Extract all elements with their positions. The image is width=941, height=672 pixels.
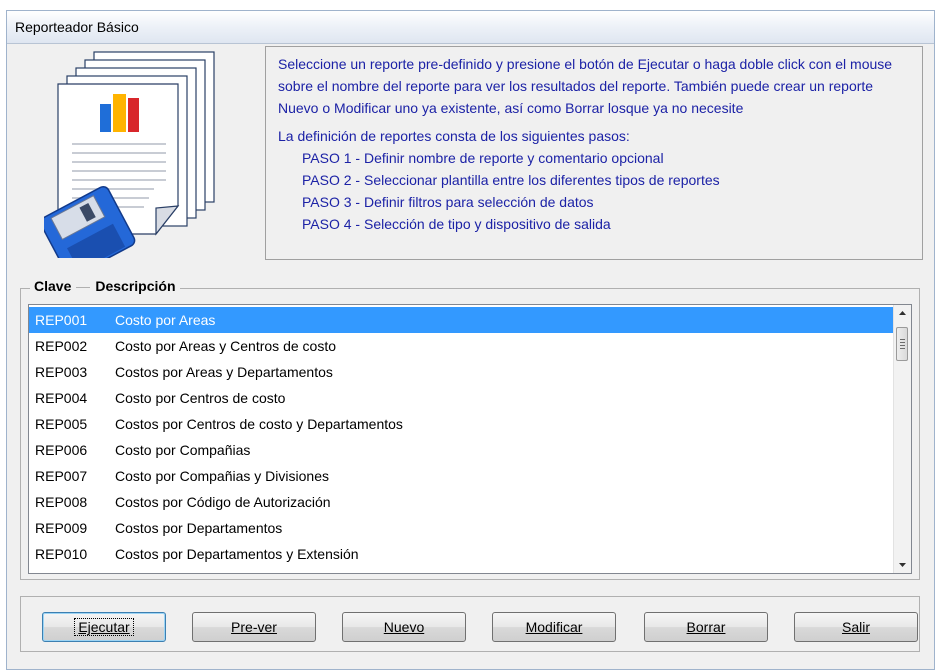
report-code: REP001 [35, 312, 88, 328]
report-code: REP002 [35, 338, 88, 354]
report-code: REP008 [35, 494, 88, 510]
header-separator [76, 286, 91, 288]
report-code: REP010 [35, 546, 88, 562]
report-description: Costos por Departamentos [115, 520, 283, 536]
report-description: Costos por Código de Autorización [115, 494, 331, 510]
instructions-step-2: PASO 2 - Seleccionar plantilla entre los… [302, 172, 720, 188]
instructions-step-3: PASO 3 - Definir filtros para selección … [302, 194, 594, 210]
vertical-scrollbar[interactable] [893, 305, 911, 573]
report-rows: REP001 Costo por Areas REP002 Costo por … [29, 307, 893, 567]
report-documents-icon [44, 51, 215, 258]
report-code: REP009 [35, 520, 88, 536]
report-description: Costos por Areas y Departamentos [115, 364, 333, 380]
instructions-intro: Seleccione un reporte pre-definido y pre… [278, 56, 893, 116]
report-code: REP007 [35, 468, 88, 484]
delete-button[interactable]: Borrar [644, 612, 768, 642]
instructions-step-4: PASO 4 - Selección de tipo y dispositivo… [302, 216, 611, 232]
report-row[interactable]: REP004 Costo por Centros de costo [29, 385, 893, 411]
execute-button-label: Ejecutar [74, 618, 134, 636]
title-bar: Reporteador Básico [7, 11, 934, 44]
report-row[interactable]: REP008 Costos por Código de Autorización [29, 489, 893, 515]
column-header-code: Clave [34, 278, 72, 294]
preview-button[interactable]: Pre-ver [192, 612, 316, 642]
instructions-panel: Seleccione un reporte pre-definido y pre… [265, 46, 923, 260]
scroll-up-arrow-icon[interactable] [894, 305, 911, 322]
report-listbox[interactable]: REP001 Costo por Areas REP002 Costo por … [28, 304, 912, 574]
preview-button-label: Pre-ver [231, 619, 277, 635]
delete-button-label: Borrar [686, 619, 726, 635]
instructions-steps-header: La definición de reportes consta de los … [278, 128, 630, 144]
report-list-header: Clave Descripción [30, 278, 180, 294]
execute-button[interactable]: Ejecutar [42, 612, 166, 642]
report-description: Costo por Compañias [115, 442, 251, 458]
report-row-selected[interactable]: REP001 Costo por Areas [29, 307, 893, 333]
new-button-label: Nuevo [383, 619, 425, 635]
report-row[interactable]: REP002 Costo por Areas y Centros de cost… [29, 333, 893, 359]
report-row[interactable]: REP007 Costo por Compañias y Divisiones [29, 463, 893, 489]
report-row[interactable]: REP010 Costos por Departamentos y Extens… [29, 541, 893, 567]
report-description: Costo por Areas y Centros de costo [115, 338, 336, 354]
report-row[interactable]: REP003 Costos por Areas y Departamentos [29, 359, 893, 385]
report-description: Costo por Areas [115, 312, 216, 328]
report-row[interactable]: REP006 Costo por Compañias [29, 437, 893, 463]
scroll-down-arrow-icon[interactable] [894, 556, 911, 573]
modify-button[interactable]: Modificar [492, 612, 616, 642]
new-button[interactable]: Nuevo [342, 612, 466, 642]
report-row[interactable]: REP005 Costos por Centros de costo y Dep… [29, 411, 893, 437]
report-description: Costos por Centros de costo y Departamen… [115, 416, 403, 432]
modify-button-label: Modificar [525, 619, 583, 635]
report-code: REP003 [35, 364, 88, 380]
report-code: REP006 [35, 442, 88, 458]
report-description: Costo por Compañias y Divisiones [115, 468, 329, 484]
report-description: Costo por Centros de costo [115, 390, 286, 406]
column-header-description: Descripción [95, 278, 176, 294]
report-code: REP005 [35, 416, 88, 432]
report-code: REP004 [35, 390, 88, 406]
report-row[interactable]: REP009 Costos por Departamentos [29, 515, 893, 541]
report-description: Costos por Departamentos y Extensión [115, 546, 359, 562]
scrollbar-thumb[interactable] [896, 327, 908, 361]
instructions-step-1: PASO 1 - Definir nombre de reporte y com… [302, 150, 664, 166]
exit-button-label: Salir [841, 619, 870, 635]
exit-button[interactable]: Salir [794, 612, 918, 642]
window-title: Reporteador Básico [15, 19, 139, 35]
